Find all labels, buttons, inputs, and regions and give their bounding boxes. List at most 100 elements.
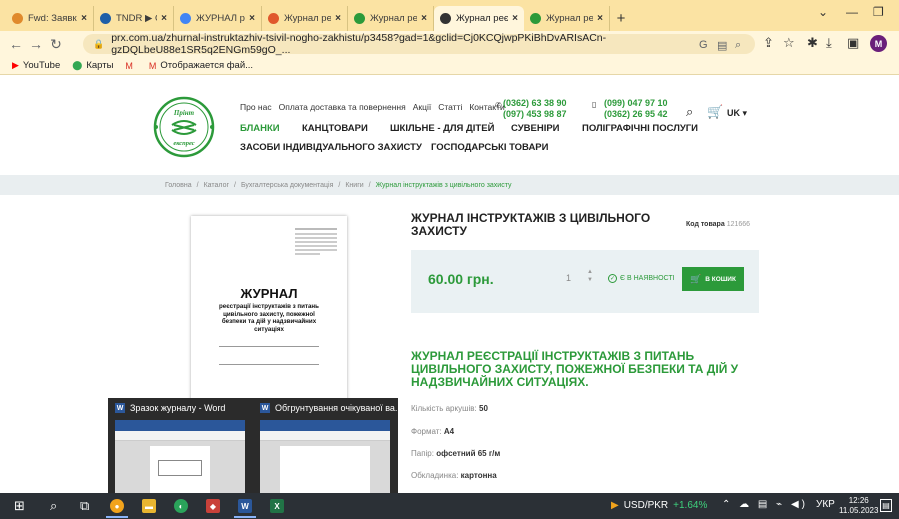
site-logo[interactable]: Прінт експрес	[152, 95, 216, 159]
excel-icon[interactable]: X	[270, 499, 284, 513]
clock[interactable]: 12:26 11.05.2023	[839, 496, 878, 516]
preview-window-2[interactable]: W Обгрунтування очікуваної ва...	[253, 398, 402, 493]
tab-title: Журнал реєстр	[284, 13, 331, 24]
share-icon[interactable]: ⇪	[763, 35, 774, 51]
cart-icon[interactable]: 🛒	[707, 104, 723, 120]
gmail-icon: M	[125, 60, 133, 71]
bookmark-item[interactable]: M	[125, 61, 137, 71]
close-tab-icon[interactable]: ×	[421, 13, 427, 24]
preview-title-1: Зразок журналу - Word	[130, 403, 226, 413]
breadcrumb-item[interactable]: Книги	[345, 182, 363, 189]
bookmark-item[interactable]: ▶ YouTube	[12, 60, 60, 71]
spec-format: Формат: А4	[411, 427, 455, 436]
bookmark-star-icon[interactable]: ☆	[783, 35, 795, 51]
new-tab-button[interactable]: +	[610, 6, 632, 31]
nav-zasoby[interactable]: ЗАСОБИ ІНДИВІДУАЛЬНОГО ЗАХИСТУ	[240, 142, 422, 153]
phone-3[interactable]: (099) 047 97 10	[604, 98, 668, 109]
bookmark-label: YouTube	[22, 60, 61, 71]
nav-poligrafichni[interactable]: ПОЛІГРАФІЧНІ ПОСЛУГИ	[582, 123, 698, 134]
file-explorer-icon[interactable]: ▬	[142, 499, 156, 513]
translate-icon[interactable]: ▤	[717, 39, 727, 52]
app-icon[interactable]: ◐	[174, 499, 188, 513]
profile-avatar[interactable]: M	[870, 35, 887, 52]
restore-icon[interactable]: ❐	[873, 5, 884, 19]
nav-kanctovary[interactable]: КАНЦТОВАРИ	[302, 123, 368, 134]
extensions-icon[interactable]: ✱	[807, 35, 818, 51]
tab-search-icon[interactable]: ⌄	[818, 5, 828, 19]
browser-tab[interactable]: Журнал реєстр ×	[262, 6, 348, 31]
breadcrumb-item[interactable]: Бухгалтерська документація	[241, 182, 333, 189]
quantity-stepper[interactable]: ▲ ▼	[587, 268, 593, 284]
system-tray-icons[interactable]: ⌃ ☁ ▤ ⌁ ◀)	[722, 499, 808, 510]
app-icon-2[interactable]: ◆	[206, 499, 220, 513]
browser-tab[interactable]: TNDR ▶ Освіти ×	[94, 6, 174, 31]
breadcrumb-item[interactable]: Каталог	[204, 182, 229, 189]
bookmark-label: Отображается фай...	[160, 60, 254, 71]
breadcrumb-item[interactable]: Головна	[165, 182, 192, 189]
nav-suveniry[interactable]: СУВЕНІРИ	[511, 123, 560, 134]
word-icon: W	[115, 403, 125, 413]
tray-language[interactable]: УКР	[816, 499, 835, 510]
close-tab-icon[interactable]: ×	[249, 13, 255, 24]
close-tab-icon[interactable]: ×	[335, 13, 341, 24]
gmail-icon	[12, 13, 23, 24]
close-tab-icon[interactable]: ×	[512, 13, 518, 24]
phones-col-1: (0362) 63 38 90 (097) 453 98 87	[503, 98, 567, 120]
breadcrumb-separator: /	[338, 181, 341, 189]
task-view-icon[interactable]: ⧉	[80, 498, 89, 514]
bookmark-label: Карты	[86, 60, 114, 71]
language-select[interactable]: UK ▾	[727, 108, 747, 119]
close-tab-icon[interactable]: ×	[597, 13, 603, 24]
clock-date: 11.05.2023	[839, 506, 879, 515]
browser-tab[interactable]: ЖУРНАЛ реєстра ×	[174, 6, 262, 31]
bookmark-item[interactable]: M Отображается фай...	[149, 60, 253, 71]
cover-subtitle: реєстрації інструктажів з питань цивільн…	[219, 303, 319, 333]
breadcrumb-separator: /	[368, 181, 371, 189]
clock-time: 12:26	[848, 496, 869, 505]
minimize-icon[interactable]: —	[846, 5, 858, 19]
nav-blanky[interactable]: БЛАНКИ	[240, 123, 280, 134]
top-nav-link[interactable]: Акції	[413, 102, 432, 112]
phone-2[interactable]: (097) 453 98 87	[503, 109, 567, 120]
breadcrumb-separator: /	[234, 181, 236, 189]
windows-start-icon[interactable]: ⊞	[14, 498, 25, 514]
add-to-cart-button[interactable]: 🛒 В КОШИК	[682, 267, 744, 291]
word-icon[interactable]: W	[238, 499, 252, 513]
sidepanel-icon[interactable]: ▣	[847, 35, 859, 51]
quantity-input[interactable]: 1	[566, 273, 571, 283]
close-tab-icon[interactable]: ×	[161, 13, 167, 24]
lock-icon: 🔒	[93, 38, 105, 49]
tndr-icon	[100, 13, 111, 24]
zoom-icon[interactable]: ⌕	[735, 39, 741, 52]
notification-icon[interactable]: ▤	[880, 499, 892, 512]
google-lens-icon[interactable]: G	[699, 39, 708, 51]
url-field[interactable]: 🔒 prx.com.ua/zhurnal-instruktazhiv-tsivi…	[83, 32, 755, 56]
nav-shkilne[interactable]: ШКІЛЬНЕ - ДЛЯ ДІТЕЙ	[390, 123, 494, 134]
browser-tab[interactable]: Журнал реєстра×	[348, 6, 434, 31]
browser-tab[interactable]: Fwd: Заявка Жур ×	[6, 6, 94, 31]
browser-tab[interactable]: Журнал реєстра×	[524, 6, 610, 31]
close-tab-icon[interactable]: ×	[81, 13, 87, 24]
preview-window-1[interactable]: W Зразок журналу - Word	[108, 398, 253, 493]
search-icon[interactable]: ⌕	[686, 104, 693, 120]
reload-icon[interactable]: ↻	[46, 36, 66, 53]
product-title: ЖУРНАЛ ІНСТРУКТАЖІВ З ЦИВІЛЬНОГО ЗАХИСТУ	[411, 211, 651, 238]
cart-icon: 🛒	[690, 273, 702, 284]
bookmark-item[interactable]: ⬤ Карты	[72, 60, 113, 71]
top-nav-link[interactable]: Статті	[438, 102, 462, 112]
forward-icon[interactable]: →	[26, 36, 46, 52]
download-icon[interactable]: ⤓	[826, 35, 832, 51]
phone-1[interactable]: (0362) 63 38 90	[503, 98, 567, 109]
ticker-change: +1.64%	[673, 500, 708, 511]
back-icon[interactable]: ←	[6, 36, 26, 52]
site-icon	[354, 13, 365, 24]
chrome-icon[interactable]: ●	[110, 499, 124, 513]
top-nav-link[interactable]: Про нас	[240, 102, 272, 112]
browser-tab[interactable]: Журнал реєстра×	[434, 6, 524, 31]
phone-4[interactable]: (0362) 26 95 42	[604, 109, 668, 120]
product-code: Код товара 121666	[686, 221, 750, 228]
stock-ticker[interactable]: ▶ USD/PKR +1.64%	[611, 500, 707, 511]
top-nav-link[interactable]: Оплата доставка та повернення	[279, 102, 406, 112]
nav-hospodarski[interactable]: ГОСПОДАРСЬКІ ТОВАРИ	[431, 142, 548, 153]
search-icon[interactable]: ⌕	[50, 498, 57, 514]
